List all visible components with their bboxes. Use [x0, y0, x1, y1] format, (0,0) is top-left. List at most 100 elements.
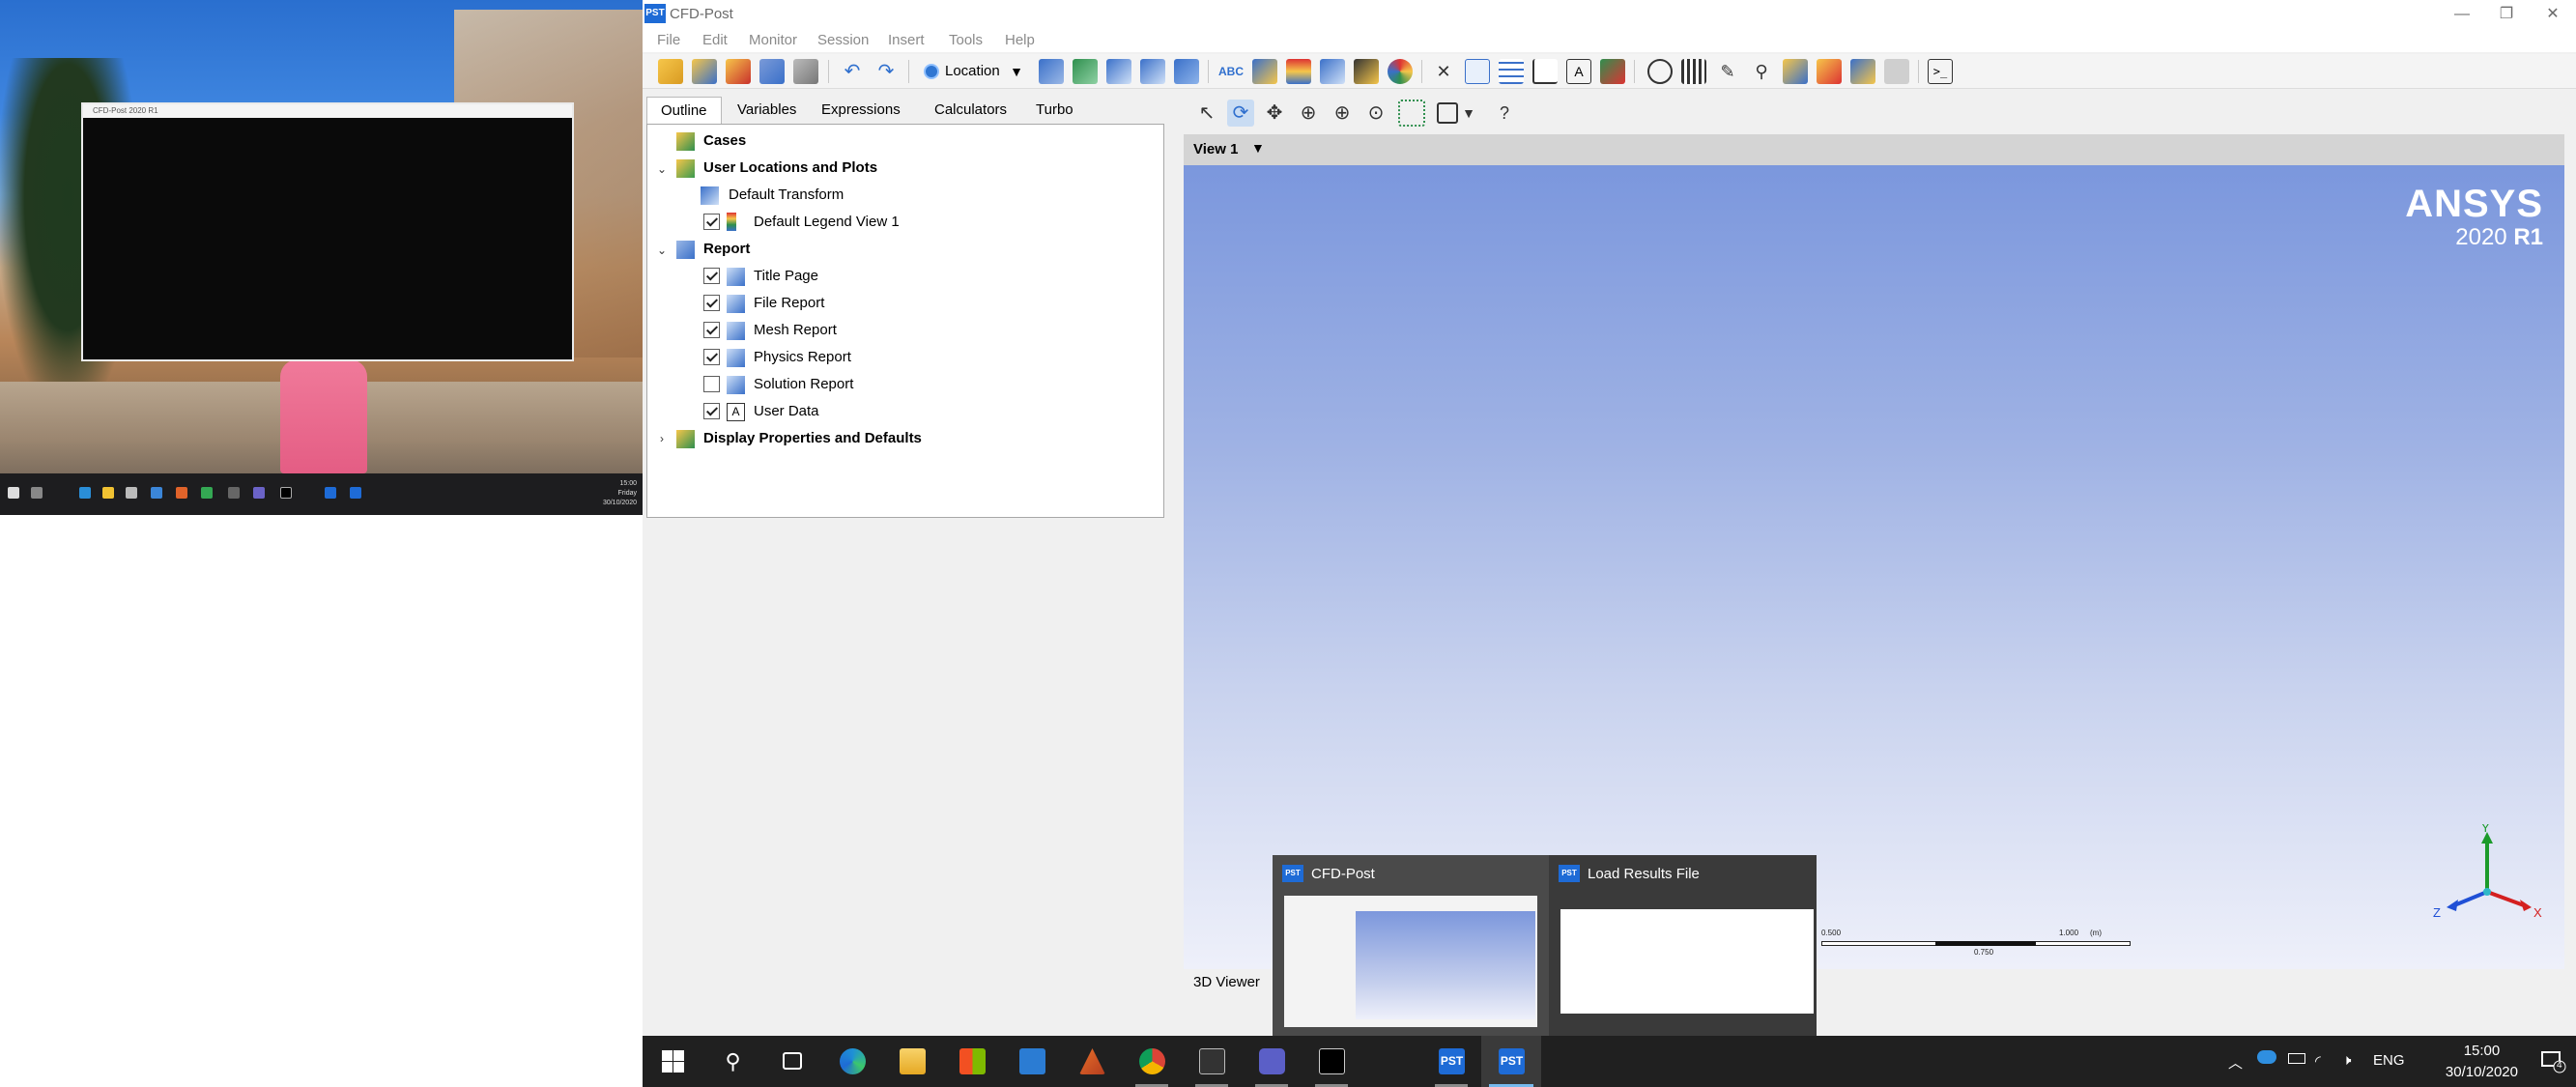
select-icon[interactable]: ↖: [1193, 100, 1220, 127]
taskbar-matlab[interactable]: [1062, 1036, 1122, 1087]
taskbar-terminal[interactable]: [1302, 1036, 1361, 1087]
physics-report-checkbox[interactable]: [703, 349, 720, 365]
expression-icon[interactable]: [1465, 59, 1490, 84]
clock-icon[interactable]: [1647, 59, 1673, 84]
tab-variables[interactable]: Variables: [724, 97, 810, 125]
viewport-layout-icon[interactable]: [1437, 102, 1458, 124]
tab-3d-viewer[interactable]: 3D Viewer: [1193, 974, 1260, 990]
secondary-cfd-post-window[interactable]: CFD-Post 2020 R1: [81, 102, 574, 361]
volume-rendering-icon[interactable]: [1174, 59, 1199, 84]
action-center-button[interactable]: 4: [2539, 1047, 2566, 1074]
close-button[interactable]: ✕: [2533, 3, 2572, 26]
task-view-button[interactable]: [762, 1036, 822, 1087]
volume-icon[interactable]: 🕨: [2342, 1052, 2351, 1069]
menu-tools[interactable]: Tools: [949, 32, 983, 48]
pan-icon[interactable]: ✥: [1261, 100, 1288, 127]
search-button[interactable]: ⚲: [702, 1036, 762, 1087]
figure-icon[interactable]: [1600, 59, 1625, 84]
chevron-down-icon[interactable]: ⌄: [655, 243, 669, 257]
secondary-pst-icon-2[interactable]: [350, 487, 361, 499]
taskbar-snipping[interactable]: [1182, 1036, 1242, 1087]
preview-card-cfd-post[interactable]: PST CFD-Post: [1273, 855, 1549, 1036]
streamline-icon[interactable]: [1106, 59, 1131, 84]
menu-file[interactable]: File: [657, 32, 680, 48]
mesh-calculator-icon[interactable]: [1850, 59, 1875, 84]
particle-track-icon[interactable]: [1140, 59, 1165, 84]
tree-solution-report[interactable]: Solution Report: [754, 372, 853, 397]
tree-file-report[interactable]: File Report: [754, 291, 824, 316]
taskbar-file-explorer[interactable]: [882, 1036, 942, 1087]
view-name[interactable]: View 1: [1193, 141, 1238, 157]
secondary-app-icon[interactable]: [228, 487, 240, 499]
tree-display-properties[interactable]: Display Properties and Defaults: [703, 426, 922, 451]
tree-cases[interactable]: Cases: [703, 129, 746, 154]
text-icon[interactable]: ABC: [1218, 59, 1244, 84]
table-icon[interactable]: [1499, 59, 1524, 84]
3d-viewport[interactable]: ANSYS 2020 R1 0.500 1.000 (m) 0.750 Y X …: [1184, 165, 2564, 969]
restore-button[interactable]: ❐: [2487, 3, 2526, 26]
secondary-teams-icon[interactable]: [253, 487, 265, 499]
taskbar-pst-2[interactable]: PST: [1481, 1036, 1541, 1087]
secondary-explorer-icon[interactable]: [102, 487, 114, 499]
contour-icon[interactable]: [1073, 59, 1098, 84]
secondary-matlab-icon[interactable]: [176, 487, 187, 499]
taskbar-chrome[interactable]: [1122, 1036, 1182, 1087]
comment-icon[interactable]: A: [1566, 59, 1591, 84]
coordinate-frame-icon[interactable]: [1252, 59, 1277, 84]
secondary-search-icon[interactable]: [31, 487, 43, 499]
zoom-icon[interactable]: ⊕: [1295, 100, 1322, 127]
taskbar-teams[interactable]: [1242, 1036, 1302, 1087]
onedrive-icon[interactable]: [2257, 1050, 2276, 1064]
title-page-checkbox[interactable]: [703, 268, 720, 284]
chevron-up-icon[interactable]: ︿: [2228, 1052, 2243, 1073]
probe-icon[interactable]: ⚲: [1749, 59, 1774, 84]
chart-icon[interactable]: [1532, 59, 1558, 84]
tab-calculators[interactable]: Calculators: [921, 97, 1020, 125]
taskbar-store[interactable]: [942, 1036, 1002, 1087]
secondary-store-icon[interactable]: [126, 487, 137, 499]
tree-mesh-report[interactable]: Mesh Report: [754, 318, 837, 343]
undo-icon[interactable]: ↶: [840, 59, 865, 84]
chevron-right-icon[interactable]: ›: [655, 432, 669, 445]
rotate-icon[interactable]: ⟳: [1227, 100, 1254, 127]
secondary-start-icon[interactable]: [8, 487, 19, 499]
tree-report[interactable]: Report: [703, 237, 750, 262]
language-indicator[interactable]: ENG: [2373, 1052, 2405, 1069]
minimize-button[interactable]: —: [2443, 3, 2481, 26]
secondary-edge-icon[interactable]: [79, 487, 91, 499]
redo-icon[interactable]: ↷: [873, 59, 899, 84]
tree-physics-report[interactable]: Physics Report: [754, 345, 851, 370]
help-cursor-icon[interactable]: ?: [1491, 100, 1518, 127]
clip-plane-icon[interactable]: [1354, 59, 1379, 84]
tab-outline[interactable]: Outline: [646, 97, 722, 125]
file-report-checkbox[interactable]: [703, 295, 720, 311]
save-picture-icon[interactable]: [793, 59, 818, 84]
load-results-icon[interactable]: [658, 59, 683, 84]
secondary-mail-icon[interactable]: [151, 487, 162, 499]
default-legend-checkbox[interactable]: [703, 214, 720, 230]
taskbar-edge[interactable]: [822, 1036, 882, 1087]
mesh-report-checkbox[interactable]: [703, 322, 720, 338]
legend-icon[interactable]: [1286, 59, 1311, 84]
variable-icon[interactable]: ✕: [1431, 59, 1456, 84]
menu-help[interactable]: Help: [1005, 32, 1035, 48]
secondary-terminal-icon[interactable]: [280, 487, 292, 499]
instance-transform-icon[interactable]: [1320, 59, 1345, 84]
color-map-icon[interactable]: [1388, 59, 1413, 84]
location-dropdown[interactable]: Location ▼: [918, 58, 1029, 85]
tree-user-data[interactable]: User Data: [754, 399, 819, 424]
load-state-icon[interactable]: [692, 59, 717, 84]
menu-session[interactable]: Session: [817, 32, 869, 48]
tree-title-page[interactable]: Title Page: [754, 264, 818, 289]
menu-edit[interactable]: Edit: [702, 32, 728, 48]
solution-report-checkbox[interactable]: [703, 376, 720, 392]
secondary-pst-icon[interactable]: [325, 487, 336, 499]
menu-monitor[interactable]: Monitor: [749, 32, 797, 48]
app-icon[interactable]: PST: [644, 4, 666, 23]
zoom-box-icon[interactable]: ⊕: [1329, 100, 1356, 127]
taskbar-pst-1[interactable]: PST: [1421, 1036, 1481, 1087]
start-button[interactable]: [643, 1036, 702, 1087]
chevron-down-icon[interactable]: ⌄: [655, 162, 669, 176]
tree-user-locations[interactable]: User Locations and Plots: [703, 156, 877, 181]
tab-expressions[interactable]: Expressions: [808, 97, 914, 125]
